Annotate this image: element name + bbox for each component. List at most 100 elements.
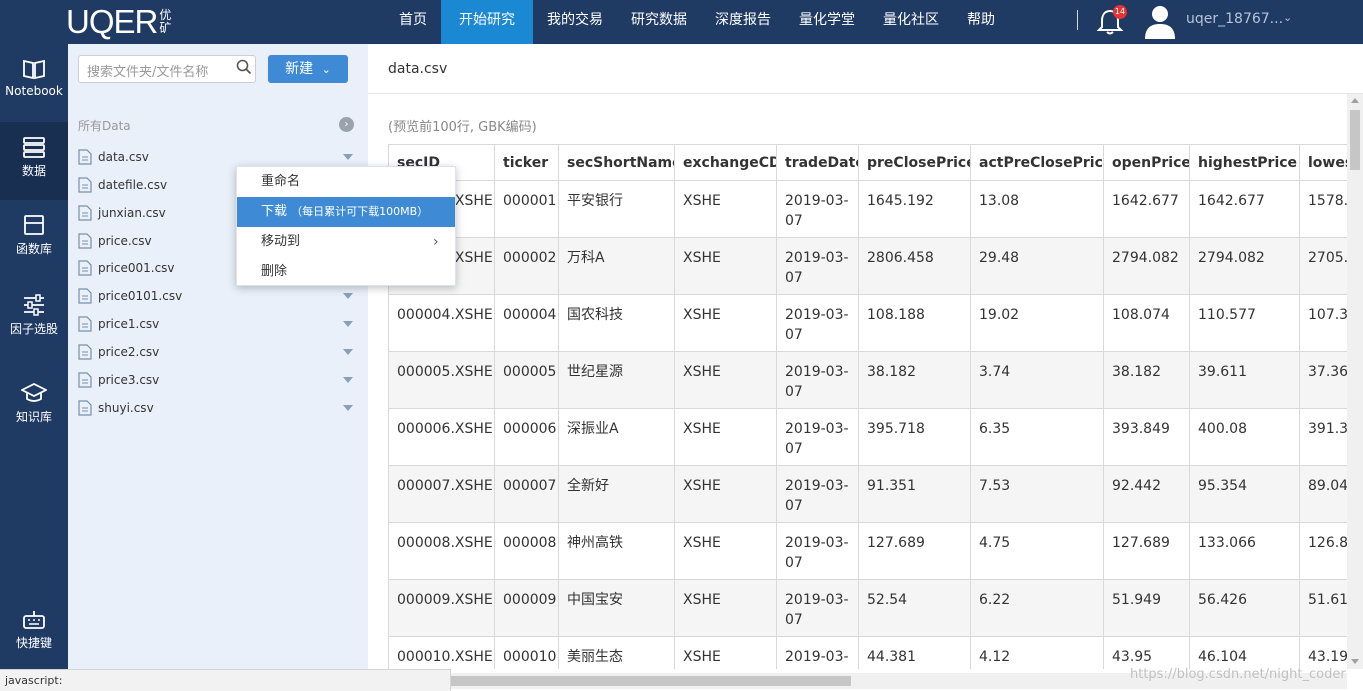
column-header[interactable]: highestPrice bbox=[1189, 144, 1300, 181]
table-cell: 1642.677 bbox=[1189, 180, 1300, 238]
table-cell: 89.046 bbox=[1299, 465, 1348, 523]
nav-research-data[interactable]: 研究数据 bbox=[617, 0, 701, 44]
table-cell: 000009 bbox=[494, 579, 559, 637]
menu-item-delete[interactable]: 删除 bbox=[237, 257, 455, 287]
table-cell: 000006.XSHE bbox=[388, 408, 495, 466]
vertical-scrollbar[interactable] bbox=[1347, 94, 1363, 669]
table-cell: 2806.458 bbox=[858, 237, 971, 295]
sidebar-label: 数据 bbox=[21, 164, 46, 178]
scroll-down-arrow-icon[interactable] bbox=[1351, 659, 1359, 664]
nav-deep-reports[interactable]: 深度报告 bbox=[701, 0, 785, 44]
table-cell: 000007 bbox=[494, 465, 559, 523]
column-header[interactable]: ticker bbox=[494, 144, 559, 181]
table-cell: 000004.XSHE bbox=[388, 294, 495, 352]
nav-quant-school[interactable]: 量化学堂 bbox=[785, 0, 869, 44]
file-icon bbox=[78, 260, 92, 276]
logo-text: UQER bbox=[66, 3, 158, 40]
table-cell: 神州高铁 bbox=[558, 522, 675, 580]
table-cell: 51.949 bbox=[1103, 579, 1190, 637]
table-cell: 国农科技 bbox=[558, 294, 675, 352]
new-button[interactable]: 新建 ⌄ bbox=[268, 55, 348, 83]
table-cell: 000006 bbox=[494, 408, 559, 466]
uqer-logo[interactable]: UQER 优矿 bbox=[66, 3, 173, 41]
caret-down-icon[interactable] bbox=[343, 377, 353, 383]
table-cell: 000001 bbox=[494, 180, 559, 238]
download-limit-note: （每日累计可下载100MB） bbox=[291, 205, 429, 218]
menu-item-label: 删除 bbox=[261, 264, 288, 279]
keyboard-icon bbox=[23, 611, 45, 629]
search-input[interactable]: 搜索文件夹/文件名称 bbox=[78, 55, 256, 83]
column-header[interactable]: actPreClosePrice bbox=[970, 144, 1104, 181]
file-item[interactable]: price0101.csv bbox=[78, 286, 358, 306]
chevron-down-icon[interactable]: ⌄ bbox=[1283, 11, 1292, 24]
menu-item-download[interactable]: 下载 （每日累计可下载100MB） bbox=[237, 197, 455, 227]
column-header[interactable]: exchangeCD bbox=[674, 144, 777, 181]
nav-start-research[interactable]: 开始研究 bbox=[441, 0, 533, 44]
nav-help[interactable]: 帮助 bbox=[953, 0, 1009, 44]
data-table-container[interactable]: secID ticker secShortName exchangeCD tra… bbox=[388, 144, 1348, 669]
table-cell: 000009.XSHE bbox=[388, 579, 495, 637]
sidebar-item-notebook[interactable]: Notebook bbox=[0, 44, 68, 122]
table-cell: 2019-03-07 bbox=[776, 294, 859, 352]
table-cell: 38.182 bbox=[1103, 351, 1190, 409]
table-cell: 95.354 bbox=[1189, 465, 1300, 523]
table-cell: 000007.XSHE bbox=[388, 465, 495, 523]
table-cell: 4.75 bbox=[970, 522, 1104, 580]
file-item[interactable]: data.csv bbox=[78, 147, 358, 167]
table-row: 000005.XSHE 000005 世纪星源 XSHE 2019-03-07 38.18… bbox=[388, 351, 1348, 409]
table-cell: XSHE bbox=[674, 579, 777, 637]
caret-down-icon[interactable] bbox=[343, 154, 353, 160]
table-cell: 2705.54 bbox=[1299, 237, 1348, 295]
file-icon bbox=[78, 372, 92, 388]
top-navbar: UQER 优矿 首页 开始研究 我的交易 研究数据 深度报告 量化学堂 量化社区… bbox=[0, 0, 1363, 44]
nav-divider bbox=[1077, 10, 1078, 30]
file-icon bbox=[78, 400, 92, 416]
table-cell: 2794.082 bbox=[1189, 237, 1300, 295]
table-cell: 91.351 bbox=[858, 465, 971, 523]
caret-down-icon[interactable] bbox=[343, 405, 353, 411]
table-cell: 2019-03-07 bbox=[776, 408, 859, 466]
chevron-right-icon[interactable]: › bbox=[339, 117, 354, 132]
sidebar-item-data[interactable]: 数据 bbox=[0, 122, 68, 200]
menu-item-move-to[interactable]: 移动到 › bbox=[237, 227, 455, 257]
scroll-up-arrow-icon[interactable] bbox=[1351, 98, 1359, 103]
column-header[interactable]: openPrice bbox=[1103, 144, 1190, 181]
sidebar-item-functions[interactable]: 函数库 bbox=[0, 200, 68, 278]
sidebar-item-factor-stock-picking[interactable]: 因子选股 bbox=[0, 280, 68, 358]
caret-down-icon[interactable] bbox=[343, 321, 353, 327]
file-item[interactable]: price2.csv bbox=[78, 342, 358, 362]
column-header[interactable]: lowestPrice bbox=[1299, 144, 1348, 181]
column-header[interactable]: preClosePrice bbox=[858, 144, 971, 181]
sidebar-label: 知识库 bbox=[15, 410, 52, 424]
sidebar-item-knowledge-base[interactable]: 知识库 bbox=[0, 368, 68, 446]
table-cell: 1642.677 bbox=[1103, 180, 1190, 238]
file-name: shuyi.csv bbox=[98, 401, 154, 415]
search-icon[interactable] bbox=[236, 59, 252, 75]
user-avatar-icon[interactable] bbox=[1143, 3, 1177, 39]
sidebar-item-shortcuts[interactable]: 快捷键 bbox=[0, 596, 68, 674]
menu-item-rename[interactable]: 重命名 bbox=[237, 167, 455, 197]
nav-home[interactable]: 首页 bbox=[385, 0, 441, 44]
data-table: secID ticker secShortName exchangeCD tra… bbox=[388, 144, 1348, 669]
table-cell: 44.381 bbox=[858, 636, 971, 669]
column-header[interactable]: tradeDate bbox=[776, 144, 859, 181]
table-row: 000007.XSHE 000007 全新好 XSHE 2019-03-07 91.351… bbox=[388, 465, 1348, 523]
username[interactable]: uqer_18767... bbox=[1186, 11, 1283, 27]
file-item[interactable]: price3.csv bbox=[78, 370, 358, 390]
scrollbar-thumb[interactable] bbox=[1350, 110, 1360, 170]
table-row: 000009.XSHE 000009 中国宝安 XSHE 2019-03-07 52.54… bbox=[388, 579, 1348, 637]
caret-down-icon[interactable] bbox=[343, 293, 353, 299]
nav-quant-community[interactable]: 量化社区 bbox=[869, 0, 953, 44]
file-name: datefile.csv bbox=[98, 178, 168, 192]
file-item[interactable]: price1.csv bbox=[78, 314, 358, 334]
scrollbar-thumb[interactable] bbox=[451, 676, 851, 686]
table-cell: 43.95 bbox=[1103, 636, 1190, 669]
column-header[interactable]: secShortName bbox=[558, 144, 675, 181]
table-cell: 52.54 bbox=[858, 579, 971, 637]
table-cell: 万科A bbox=[558, 237, 675, 295]
nav-my-trades[interactable]: 我的交易 bbox=[533, 0, 617, 44]
caret-down-icon[interactable] bbox=[343, 349, 353, 355]
file-item[interactable]: shuyi.csv bbox=[78, 398, 358, 418]
logo-subtext: 优矿 bbox=[159, 8, 172, 35]
table-cell: 393.849 bbox=[1103, 408, 1190, 466]
